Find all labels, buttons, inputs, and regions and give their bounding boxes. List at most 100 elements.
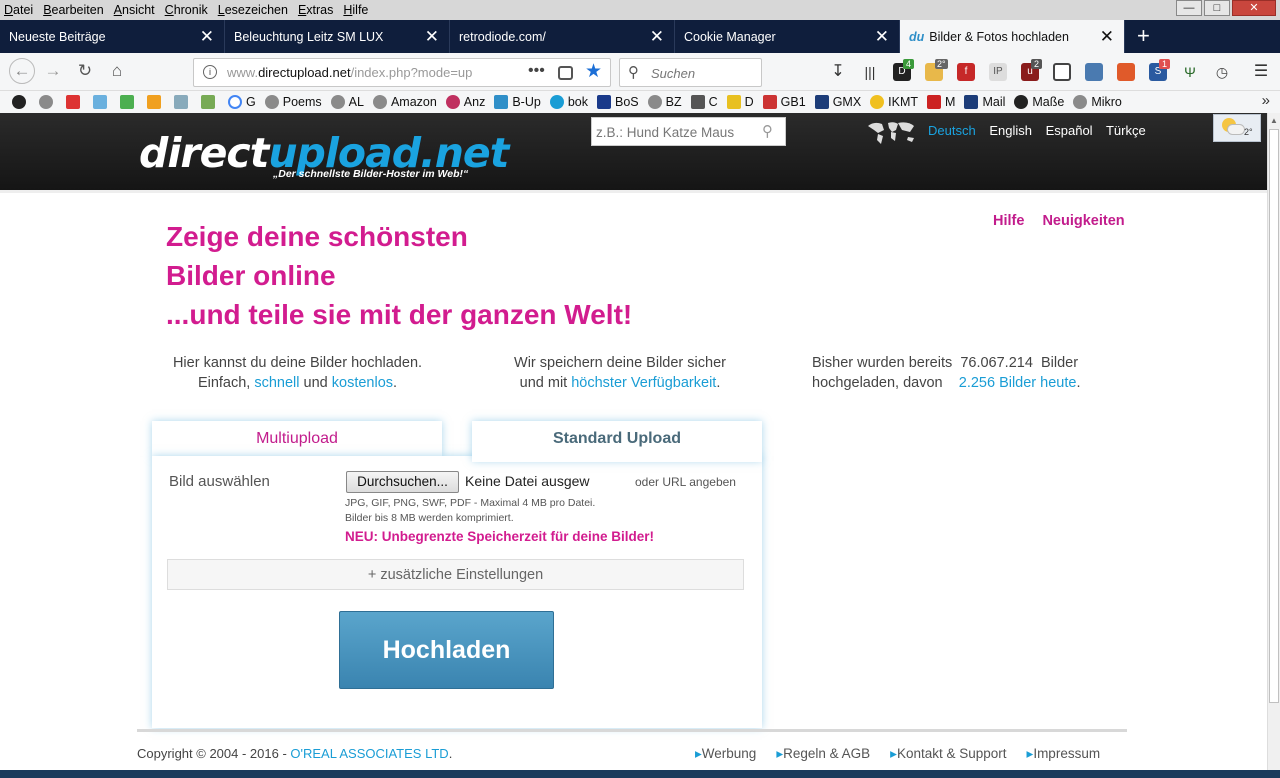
menu-hilfe[interactable]: Hilfe (343, 3, 368, 17)
bookmark-m[interactable] (147, 95, 165, 109)
bookmark-g[interactable]: G (228, 95, 256, 109)
minimize-icon[interactable]: — (1176, 0, 1202, 16)
window-controls: — □ ✕ (1176, 0, 1276, 16)
url-text[interactable]: www.directupload.net/index.php?mode=up (227, 65, 472, 80)
tab-standard-upload[interactable]: Standard Upload (472, 421, 762, 461)
close-tab-icon[interactable]: ✕ (1100, 27, 1114, 47)
s-badge: 1 (1159, 59, 1171, 69)
bookmark-mail[interactable]: Mail (964, 95, 1005, 109)
bookmark-avm[interactable] (66, 95, 84, 109)
tab-cookie-manager[interactable]: Cookie Manager ✕ (675, 20, 900, 53)
grid-addon-icon[interactable] (1085, 63, 1103, 81)
new-tab-icon[interactable]: + (1125, 20, 1162, 53)
link-neuigkeiten[interactable]: Neuigkeiten (1042, 213, 1124, 229)
scroll-thumb[interactable] (1269, 129, 1279, 703)
bookmark-anz[interactable]: Anz (445, 95, 485, 109)
bookmark-doc[interactable] (93, 95, 111, 109)
screenshot-icon[interactable] (1117, 63, 1135, 81)
speed-icon[interactable]: ◷ (1213, 63, 1231, 81)
ip-icon[interactable]: IP (989, 63, 1007, 81)
bookmark-d[interactable]: D (726, 95, 754, 109)
close-tab-icon[interactable]: ✕ (875, 27, 889, 47)
os-taskbar (0, 770, 1280, 778)
lang-espanol[interactable]: Español (1046, 123, 1093, 138)
bookmark-bf[interactable] (174, 95, 192, 109)
search-icon[interactable]: ⚲ (762, 122, 773, 140)
site-info-icon[interactable]: i (203, 65, 217, 79)
footer-link-regeln[interactable]: Regeln & AGB (776, 746, 870, 762)
bookmark-c[interactable]: C (690, 95, 718, 109)
close-tab-icon[interactable]: ✕ (200, 27, 214, 47)
menu-lesezeichen[interactable]: Lesezeichen (218, 3, 288, 17)
fork-icon[interactable]: Ψ (1181, 63, 1199, 81)
tab-neueste-beitraege[interactable]: Neueste Beiträge ✕ (0, 20, 225, 53)
lang-turkce[interactable]: Türkçe (1106, 123, 1146, 138)
flash-icon[interactable]: f (957, 63, 975, 81)
menu-datei[interactable]: Datei (4, 3, 33, 17)
scroll-up-icon[interactable]: ▲ (1270, 116, 1278, 125)
close-window-icon[interactable]: ✕ (1232, 0, 1276, 16)
close-tab-icon[interactable]: ✕ (425, 27, 439, 47)
link-bilder-heute[interactable]: 2.256 Bilder heute (959, 375, 1077, 391)
page-actions-icon[interactable]: ••• (528, 62, 545, 80)
bookmark-mikro[interactable]: Mikro (1073, 95, 1122, 109)
bookmark-star-icon[interactable]: ★ (585, 60, 602, 83)
footer-link-werbung[interactable]: Werbung (695, 746, 757, 762)
weather-widget[interactable]: 2° (1213, 114, 1261, 142)
pocket-icon[interactable] (558, 66, 573, 80)
close-tab-icon[interactable]: ✕ (650, 27, 664, 47)
bookmark-amazon-logo[interactable] (12, 95, 30, 109)
link-hilfe[interactable]: Hilfe (993, 213, 1024, 229)
link-verfuegbarkeit[interactable]: höchster Verfügbarkeit (571, 375, 716, 391)
reload-icon[interactable]: ↻ (74, 61, 96, 83)
lang-english[interactable]: English (989, 123, 1032, 138)
tab-retrodiode[interactable]: retrodiode.com/ ✕ (450, 20, 675, 53)
bookmark-maps[interactable] (120, 95, 138, 109)
menu-extras[interactable]: Extras (298, 3, 333, 17)
link-kostenlos[interactable]: kostenlos (332, 375, 393, 391)
footer-link-impressum[interactable]: Impressum (1027, 746, 1100, 762)
menu-chronik[interactable]: Chronik (165, 3, 208, 17)
tab-bilder-hochladen[interactable]: du Bilder & Fotos hochladen ✕ (900, 20, 1125, 53)
bookmark-ikmt[interactable]: IKMT (870, 95, 918, 109)
bookmark-amazon[interactable]: Amazon (372, 95, 437, 109)
bookmark-b-up[interactable]: B-Up (494, 95, 541, 109)
maximize-icon[interactable]: □ (1204, 0, 1230, 16)
lang-deutsch[interactable]: Deutsch (928, 123, 976, 138)
forward-icon[interactable]: → (42, 61, 64, 83)
library-icon[interactable]: ||| (861, 63, 879, 81)
bookmark-al[interactable]: AL (330, 95, 364, 109)
bookmarks-overflow-icon[interactable]: » (1262, 92, 1270, 109)
back-icon[interactable]: ← (9, 58, 35, 84)
bookmark-gmx[interactable]: GMX (814, 95, 861, 109)
download-icon[interactable]: ↧ (829, 63, 847, 81)
bookmark-m2[interactable]: M (927, 95, 955, 109)
bookmark-bos[interactable]: BoS (596, 95, 639, 109)
footer-link-kontakt[interactable]: Kontakt & Support (890, 746, 1007, 762)
bookmark-bz[interactable]: BZ (647, 95, 682, 109)
bookmark-books[interactable] (201, 95, 219, 109)
bookmark-poems[interactable]: Poems (264, 95, 322, 109)
bookmark-masse[interactable]: Maße (1014, 95, 1064, 109)
bookmark-bok[interactable]: bok (549, 95, 588, 109)
upload-submit-button[interactable]: Hochladen (339, 611, 554, 689)
bookmark-label: Maße (1032, 95, 1065, 109)
site-search-input[interactable]: z.B.: Hund Katze Maus ⚲ (591, 117, 786, 146)
tab-beleuchtung[interactable]: Beleuchtung Leitz SM LUX ✕ (225, 20, 450, 53)
browse-button[interactable]: Durchsuchen... (346, 471, 459, 493)
bookmark-globe[interactable] (39, 95, 57, 109)
menu-ansicht[interactable]: Ansicht (114, 3, 155, 17)
hamburger-menu-icon[interactable]: ☰ (1252, 63, 1270, 81)
url-bar[interactable]: i www.directupload.net/index.php?mode=up… (193, 58, 611, 87)
bookmark-gb1[interactable]: GB1 (762, 95, 806, 109)
link-schnell[interactable]: schnell (254, 375, 299, 391)
search-bar[interactable]: ⚲ Suchen (619, 58, 762, 87)
sidebar-icon[interactable] (1053, 63, 1071, 81)
home-icon[interactable]: ⌂ (106, 61, 128, 83)
url-link[interactable]: oder URL angeben (635, 475, 736, 489)
extra-settings-button[interactable]: + zusätzliche Einstellungen (167, 559, 744, 590)
tab-multiupload[interactable]: Multiupload (152, 421, 442, 457)
company-link[interactable]: O'REAL ASSOCIATES LTD (290, 746, 448, 761)
menu-bearbeiten[interactable]: Bearbeiten (43, 3, 103, 17)
page-scrollbar[interactable]: ▲ (1267, 113, 1280, 778)
